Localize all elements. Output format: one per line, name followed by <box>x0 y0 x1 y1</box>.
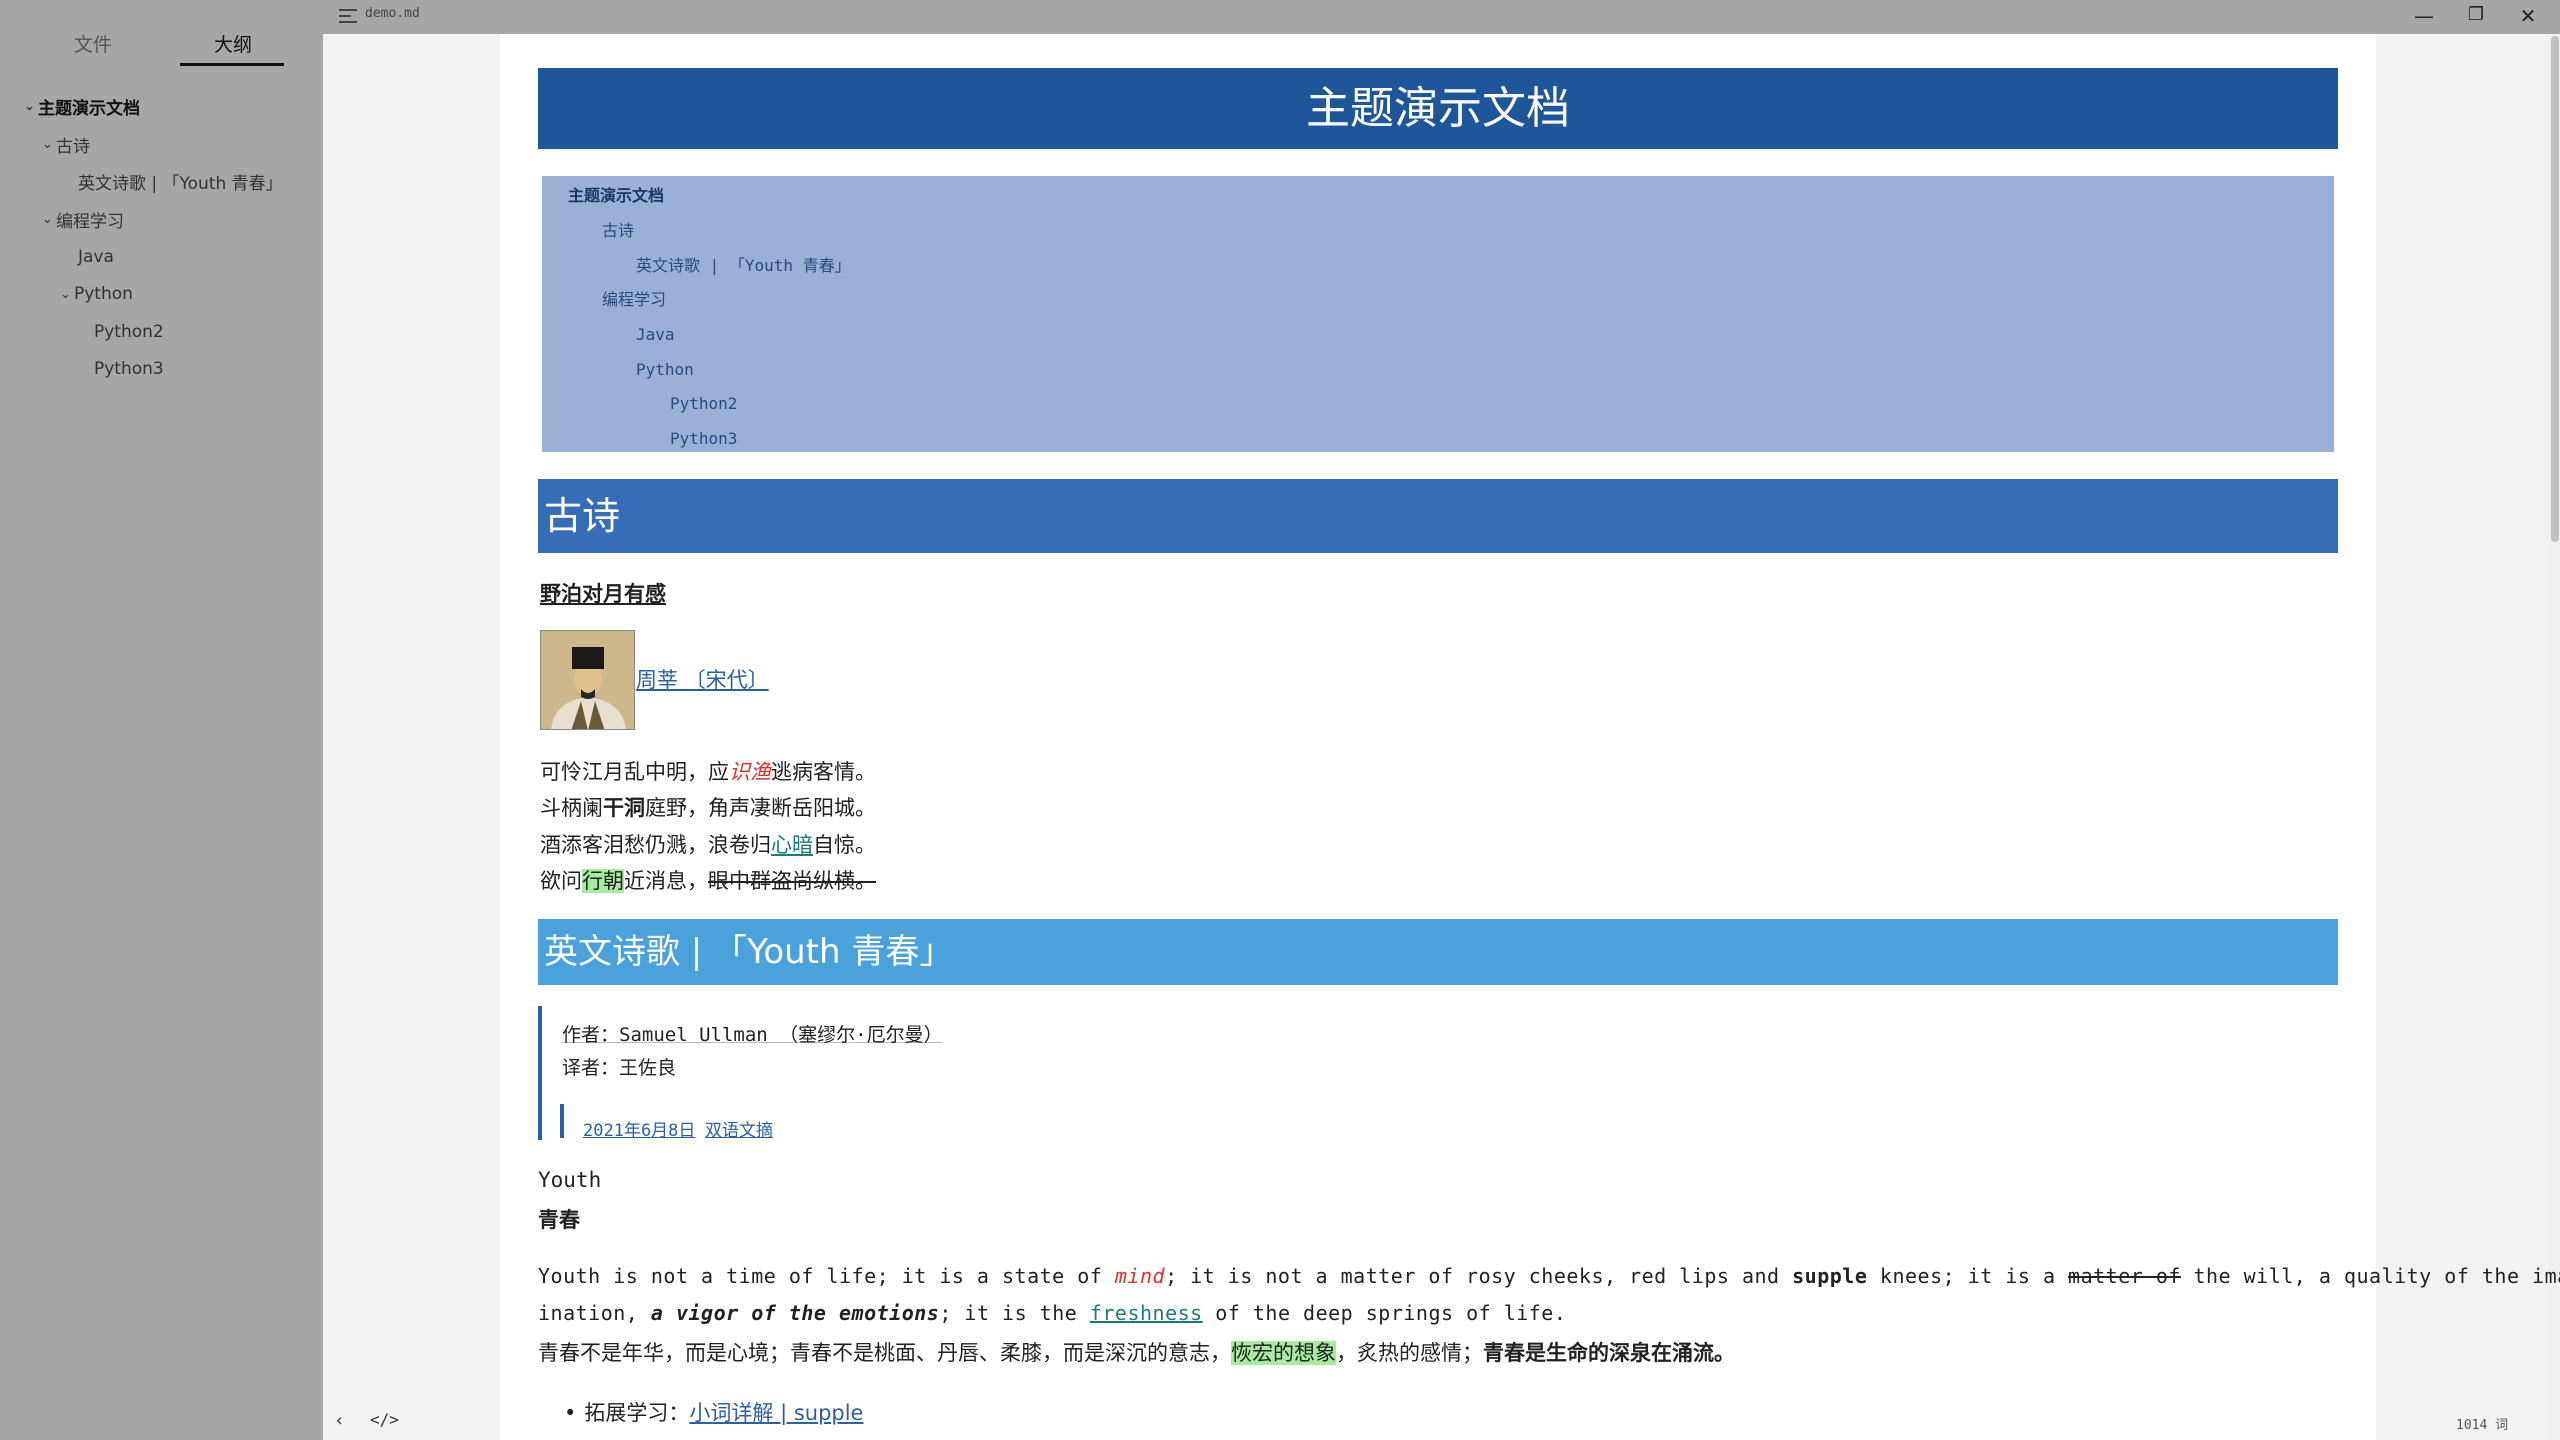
active-tab-indicator <box>180 63 284 66</box>
toc-item[interactable]: Python <box>636 354 694 386</box>
outline-item-python[interactable]: ⌄ Python <box>60 282 133 306</box>
poem-line-4: 欲问行朝近消息，眼中群盗尚纵横。 <box>540 869 876 893</box>
outline-item-root[interactable]: ⌄ 主题演示文档 <box>24 94 140 119</box>
outline-item-gushi[interactable]: ⌄ 古诗 <box>42 132 90 157</box>
tag-link[interactable]: 双语文摘 <box>705 1116 773 1141</box>
menu-icon[interactable] <box>339 9 357 23</box>
poem-title: 野泊对月有感 <box>540 582 666 606</box>
quote-translator: 译者：王佐良 <box>562 1057 677 1079</box>
editor-gutter-right <box>2376 34 2560 1440</box>
toggle-sidebar-icon[interactable]: ‹ <box>334 1410 345 1431</box>
chevron-down-icon[interactable]: ⌄ <box>42 137 56 152</box>
paragraph-en-line-1: Youth is not a time of life; it is a sta… <box>538 1264 2560 1288</box>
author-portrait-image <box>540 630 635 730</box>
poem-line-1: 可怜江月乱中明，应识渔逃病客情。 <box>540 760 876 784</box>
outline-item-java[interactable]: Java <box>78 245 114 269</box>
outline-item-youth[interactable]: 英文诗歌 | 「Youth 青春」 <box>78 169 283 194</box>
document-filename: demo.md <box>365 6 420 21</box>
editor-gutter-left <box>323 34 500 1440</box>
table-of-contents: 主题演示文档 古诗 英文诗歌 | 「Youth 青春」 编程学习 Java Py… <box>542 176 2334 452</box>
toc-item[interactable]: 主题演示文档 <box>568 180 664 212</box>
outline-item-programming[interactable]: ⌄ 编程学习 <box>42 207 124 232</box>
toc-item[interactable]: Python3 <box>670 423 737 455</box>
heading-youth: 英文诗歌 | 「Youth 青春」 <box>538 919 2338 985</box>
supple-link[interactable]: 小词详解 | supple <box>689 1401 863 1425</box>
close-button[interactable]: ✕ <box>2513 4 2543 28</box>
document-title: 主题演示文档 <box>538 68 2338 149</box>
word-count[interactable]: 1014 词 <box>2456 1414 2508 1433</box>
toc-item[interactable]: 古诗 <box>602 215 634 247</box>
toc-item[interactable]: Java <box>636 319 675 351</box>
poem-cn-title: 青春 <box>538 1208 580 1232</box>
tab-outline[interactable]: 大纲 <box>214 30 252 57</box>
blockquote-bar <box>538 1006 542 1140</box>
bullet-dot-icon: • <box>564 1401 577 1425</box>
toc-item[interactable]: 编程学习 <box>602 284 666 316</box>
toc-item[interactable]: 英文诗歌 | 「Youth 青春」 <box>636 250 851 282</box>
title-bar: demo.md — ❐ ✕ <box>323 0 2560 34</box>
paragraph-cn: 青春不是年华，而是心境；青春不是桃面、丹唇、柔膝，而是深沉的意志，恢宏的想象，炙… <box>538 1341 1735 1365</box>
toc-item[interactable]: Python2 <box>670 388 737 420</box>
sidebar: 文件 大纲 ⌄ 主题演示文档 ⌄ 古诗 英文诗歌 | 「Youth 青春」 ⌄ … <box>0 0 323 1440</box>
source-code-mode-icon[interactable]: </> <box>370 1410 399 1429</box>
sidebar-tabs: 文件 大纲 <box>0 0 323 70</box>
poem-author-link[interactable]: 周莘 〔宋代〕 <box>636 664 769 694</box>
chevron-down-icon[interactable]: ⌄ <box>24 99 38 114</box>
poem-en-title: Youth <box>538 1168 602 1192</box>
outline-item-python3[interactable]: Python3 <box>94 357 164 381</box>
restore-button[interactable]: ❐ <box>2461 4 2491 25</box>
tab-files[interactable]: 文件 <box>74 30 112 57</box>
outline-item-python2[interactable]: Python2 <box>94 320 164 344</box>
quote-author: 作者：Samuel Ullman （塞缪尔·厄尔曼） <box>562 1024 943 1046</box>
poem-line-3: 酒添客泪愁仍溅，浪卷归心暗自惊。 <box>540 833 876 857</box>
nested-blockquote-bar <box>560 1104 564 1138</box>
scrollbar-thumb[interactable] <box>2551 36 2559 542</box>
bullet-item: • 拓展学习：小词详解 | supple <box>564 1401 864 1425</box>
heading-gushi: 古诗 <box>538 479 2338 553</box>
chevron-down-icon[interactable]: ⌄ <box>60 287 74 302</box>
minimize-button[interactable]: — <box>2409 4 2439 28</box>
date-link[interactable]: 2021年6月8日 <box>583 1116 695 1141</box>
chevron-down-icon[interactable]: ⌄ <box>42 212 56 227</box>
paragraph-en-line-2: ination, a vigor of the emotions; it is … <box>538 1301 1567 1325</box>
poem-line-2: 斗柄阑干洞庭野，角声凄断岳阳城。 <box>540 796 876 820</box>
